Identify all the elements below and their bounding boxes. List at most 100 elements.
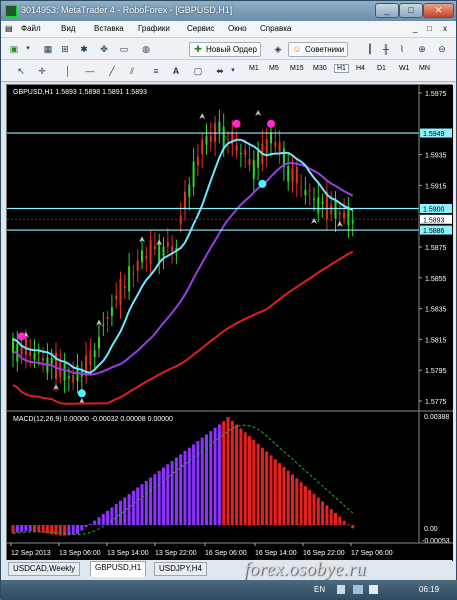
watermark: forex.osobye.ru: [244, 559, 366, 580]
zoom-in-icon[interactable]: ⊕: [415, 41, 429, 57]
macd-bar: [226, 417, 230, 525]
candle-body: [153, 245, 156, 250]
tester-icon[interactable]: ◍: [139, 41, 153, 57]
title-bar[interactable]: 3014953: MetaTrader 4 - RoboForex - [GBP…: [1, 1, 456, 21]
new-chart-icon[interactable]: ▣: [7, 41, 21, 57]
macd-bar: [278, 463, 282, 525]
navigator-icon[interactable]: ✥: [97, 41, 111, 57]
candle-body: [244, 149, 247, 156]
menu-charts[interactable]: Графики: [138, 24, 170, 33]
bar-chart-icon[interactable]: ┃: [363, 41, 377, 57]
candle-body: [67, 376, 70, 379]
tab-usdcad-weekly[interactable]: USDCAD,Weekly: [8, 562, 81, 576]
line-chart-icon[interactable]: ⌇: [395, 41, 409, 57]
candle-body: [270, 132, 272, 144]
metaeditor-icon[interactable]: ◈: [271, 41, 285, 57]
new-chart-dropdown-icon[interactable]: ▾: [23, 41, 33, 57]
candle-body: [149, 240, 152, 265]
child-restore-button[interactable]: □: [427, 24, 432, 33]
macd-bar: [24, 525, 28, 532]
timeframe-d1[interactable]: D1: [377, 65, 386, 72]
timeframe-mn[interactable]: MN: [419, 65, 430, 72]
macd-bar: [334, 512, 337, 525]
timeframe-m5[interactable]: M5: [269, 65, 279, 72]
candle-body: [295, 166, 298, 184]
child-minimize-button[interactable]: _: [413, 24, 417, 33]
text-icon[interactable]: A: [171, 63, 181, 79]
tray-volume-icon[interactable]: [369, 585, 378, 594]
timeframe-w1[interactable]: W1: [399, 65, 410, 72]
vertical-line-icon[interactable]: │: [63, 63, 73, 79]
price-tag-label: 1.5900: [423, 207, 445, 214]
gbpusd-chart[interactable]: GBPUSD,H1 1.5893 1.5898 1.5891 1.5893 1.…: [7, 85, 453, 561]
candle-body: [162, 246, 165, 257]
candle-body: [218, 121, 221, 133]
zoom-out-icon[interactable]: ⊖: [435, 41, 449, 57]
fibonacci-icon[interactable]: ≡: [149, 63, 163, 79]
taskbar: EN 06:19: [1, 580, 457, 600]
timeframe-h4[interactable]: H4: [356, 65, 365, 72]
macd-bar: [351, 525, 355, 529]
menu-file[interactable]: Файл: [21, 24, 41, 33]
timeframe-h1[interactable]: H1: [334, 64, 349, 73]
crosshair-icon[interactable]: ✛: [35, 63, 49, 79]
menu-view[interactable]: Вид: [61, 24, 75, 33]
time-label: 17 Sep 06:00: [351, 550, 393, 557]
menu-help[interactable]: Справка: [260, 24, 291, 33]
candle-body: [33, 352, 36, 360]
arrows-dropdown-icon[interactable]: ▾: [229, 63, 237, 79]
macd-bar: [346, 524, 350, 526]
menu-window[interactable]: Окно: [228, 24, 247, 33]
cursor-icon[interactable]: ↖: [15, 63, 27, 79]
market-watch-icon[interactable]: ⊞: [59, 41, 71, 57]
child-close-button[interactable]: x: [443, 24, 447, 33]
minimize-button[interactable]: _: [375, 3, 399, 18]
candle-body: [235, 144, 238, 152]
candle-body: [291, 167, 294, 183]
candle-body: [321, 201, 324, 205]
advisors-icon: ☺: [292, 44, 302, 54]
text-label-icon[interactable]: ▢: [191, 63, 205, 79]
macd-bar: [321, 501, 325, 525]
menu-tools[interactable]: Сервис: [187, 24, 214, 33]
candle-body: [304, 190, 307, 196]
candle-body: [42, 358, 45, 361]
taskbar-clock[interactable]: 06:19: [419, 585, 439, 594]
close-button[interactable]: ✕: [423, 3, 454, 18]
tray-flag-icon[interactable]: [337, 585, 345, 594]
horizontal-line-icon[interactable]: —: [83, 63, 97, 79]
arrows-icon[interactable]: ⬌: [213, 63, 227, 79]
tab-gbpusd-h1[interactable]: GBPUSD,H1: [90, 561, 147, 577]
macd-bar: [15, 525, 19, 533]
tab-usdjpy-h4[interactable]: USDJPY,H4: [154, 562, 207, 576]
trendline-icon[interactable]: ╱: [105, 63, 119, 79]
chart-menu-icon[interactable]: ▤: [5, 24, 13, 33]
channel-icon[interactable]: ⫽: [125, 63, 139, 79]
macd-bar: [76, 525, 79, 534]
macd-bar: [269, 455, 273, 525]
menu-insert[interactable]: Вставка: [94, 24, 124, 33]
candlestick-icon[interactable]: ╫: [379, 41, 393, 57]
candle-body: [136, 260, 139, 271]
tray-network-icon[interactable]: [353, 585, 363, 594]
price-label: 1.5915: [425, 183, 447, 190]
terminal-icon[interactable]: ▭: [117, 41, 131, 57]
timeframe-m1[interactable]: M1: [249, 65, 259, 72]
macd-bar: [329, 509, 333, 525]
chart-window[interactable]: GBPUSD,H1 1.5893 1.5898 1.5891 1.5893 1.…: [6, 84, 453, 561]
macd-bar: [166, 464, 170, 525]
candle-body: [347, 206, 350, 226]
data-window-icon[interactable]: ✱: [77, 41, 91, 57]
price-tag-label: 1.5949: [423, 131, 445, 138]
time-label: 13 Sep 14:00: [107, 550, 149, 557]
language-indicator[interactable]: EN: [314, 585, 325, 594]
timeframe-m15[interactable]: M15: [290, 65, 304, 72]
candle-body: [128, 266, 131, 292]
maximize-button[interactable]: □: [399, 3, 423, 18]
price-label: 1.5875: [425, 245, 447, 252]
app-icon: [5, 5, 17, 17]
macd-bar: [170, 460, 174, 525]
profiles-icon[interactable]: ▦: [41, 41, 55, 57]
chart-header: GBPUSD,H1 1.5893 1.5898 1.5891 1.5893: [13, 89, 147, 96]
timeframe-m30[interactable]: M30: [313, 65, 327, 72]
